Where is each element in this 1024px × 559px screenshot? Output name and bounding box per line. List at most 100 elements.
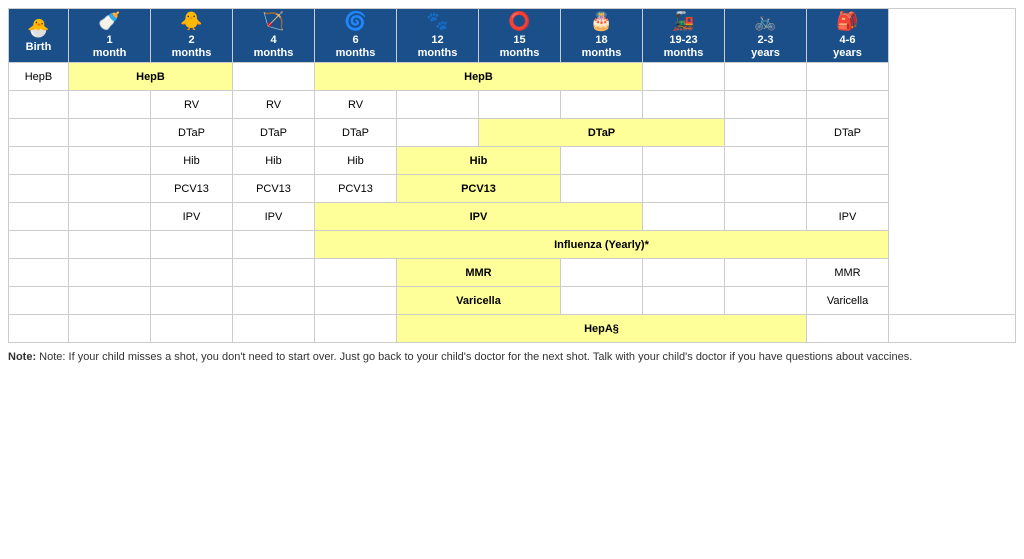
hepa-bar: HepA§ — [397, 315, 807, 343]
empty-cell — [397, 91, 479, 119]
15mo-icon: ⭕ — [482, 11, 557, 32]
empty-cell — [69, 91, 151, 119]
empty-cell — [233, 287, 315, 315]
empty-cell — [561, 287, 643, 315]
vaccine-ipv-label — [9, 203, 69, 231]
empty-cell — [69, 259, 151, 287]
vaccine-influenza-label — [9, 231, 69, 259]
rv-dose1: RV — [151, 91, 233, 119]
2mo-icon: 🐥 — [154, 11, 229, 32]
ipv-dose2: IPV — [233, 203, 315, 231]
dtap-dose2: DTaP — [233, 119, 315, 147]
empty-cell — [151, 231, 233, 259]
empty-cell — [69, 175, 151, 203]
header-4mo: 🏹 4months — [233, 9, 315, 63]
ipv-dose3: IPV — [315, 203, 643, 231]
hepb-dose3: HepB — [315, 63, 643, 91]
note-section: Note: Note: If your child misses a shot,… — [8, 351, 1016, 363]
empty-cell — [807, 91, 889, 119]
header-2-3yr: 🚲 2-3years — [725, 9, 807, 63]
empty-cell — [807, 63, 889, 91]
empty-cell — [233, 259, 315, 287]
vaccine-varicella-label — [9, 287, 69, 315]
dtap-dose4: DTaP — [479, 119, 725, 147]
varicella-dose1: Varicella — [397, 287, 561, 315]
vaccine-pcv13-label — [9, 175, 69, 203]
note-label: Note: — [8, 351, 36, 363]
row-influenza: Influenza (Yearly)* — [9, 231, 1016, 259]
header-1mo: 🍼 1month — [69, 9, 151, 63]
empty-cell — [561, 147, 643, 175]
birth-icon: 🐣 — [12, 18, 65, 39]
empty-cell — [643, 259, 725, 287]
1mo-icon: 🍼 — [72, 11, 147, 32]
empty-cell — [69, 119, 151, 147]
ipv-dose1: IPV — [151, 203, 233, 231]
empty-cell — [69, 203, 151, 231]
empty-cell — [69, 147, 151, 175]
vaccine-hib-label — [9, 147, 69, 175]
pcv13-dose2: PCV13 — [233, 175, 315, 203]
18mo-icon: 🎂 — [564, 11, 639, 32]
hib-dose1: Hib — [151, 147, 233, 175]
varicella-dose2: Varicella — [807, 287, 889, 315]
empty-cell — [807, 315, 889, 343]
dtap-dose5: DTaP — [807, 119, 889, 147]
empty-cell — [725, 203, 807, 231]
header-12mo: 🐾 12months — [397, 9, 479, 63]
row-hepb: HepB HepB HepB — [9, 63, 1016, 91]
hib-dose4: Hib — [397, 147, 561, 175]
mmr-dose1: MMR — [397, 259, 561, 287]
vaccine-hepa-label — [9, 315, 69, 343]
empty-cell — [151, 287, 233, 315]
vaccine-mmr-label — [9, 259, 69, 287]
empty-cell — [233, 63, 315, 91]
empty-cell — [561, 175, 643, 203]
empty-cell — [807, 175, 889, 203]
header-15mo: ⭕ 15months — [479, 9, 561, 63]
empty-cell — [807, 147, 889, 175]
header-2mo: 🐥 2months — [151, 9, 233, 63]
hib-dose2: Hib — [233, 147, 315, 175]
rv-dose2: RV — [233, 91, 315, 119]
empty-cell — [725, 287, 807, 315]
header-birth: 🐣 Birth — [9, 9, 69, 63]
empty-cell — [889, 315, 1016, 343]
row-rv: RV RV RV — [9, 91, 1016, 119]
influenza-bar: Influenza (Yearly)* — [315, 231, 889, 259]
vaccine-hepb-label: HepB — [9, 63, 69, 91]
empty-cell — [725, 175, 807, 203]
dtap-dose3: DTaP — [315, 119, 397, 147]
empty-cell — [151, 259, 233, 287]
empty-cell — [643, 91, 725, 119]
empty-cell — [643, 147, 725, 175]
empty-cell — [315, 315, 397, 343]
empty-cell — [233, 231, 315, 259]
12mo-icon: 🐾 — [400, 11, 475, 32]
empty-cell — [315, 259, 397, 287]
row-hepa: HepA§ — [9, 315, 1016, 343]
empty-cell — [315, 287, 397, 315]
19-23mo-icon: 🚂 — [646, 11, 721, 32]
ipv-dose4: IPV — [807, 203, 889, 231]
empty-cell — [725, 119, 807, 147]
header-4-6yr: 🎒 4-6years — [807, 9, 889, 63]
hib-dose3: Hib — [315, 147, 397, 175]
empty-cell — [725, 91, 807, 119]
empty-cell — [479, 91, 561, 119]
mmr-dose2: MMR — [807, 259, 889, 287]
empty-cell — [643, 287, 725, 315]
rv-dose3: RV — [315, 91, 397, 119]
pcv13-dose1: PCV13 — [151, 175, 233, 203]
6mo-icon: 🌀 — [318, 11, 393, 32]
header-19-23mo: 🚂 19-23months — [643, 9, 725, 63]
empty-cell — [69, 231, 151, 259]
hepb-dose1: HepB — [69, 63, 233, 91]
row-pcv13: PCV13 PCV13 PCV13 PCV13 — [9, 175, 1016, 203]
empty-cell — [725, 63, 807, 91]
4-6yr-icon: 🎒 — [810, 11, 885, 32]
row-dtap: DTaP DTaP DTaP DTaP DTaP — [9, 119, 1016, 147]
pcv13-dose4: PCV13 — [397, 175, 561, 203]
2-3yr-icon: 🚲 — [728, 11, 803, 32]
row-varicella: Varicella Varicella — [9, 287, 1016, 315]
